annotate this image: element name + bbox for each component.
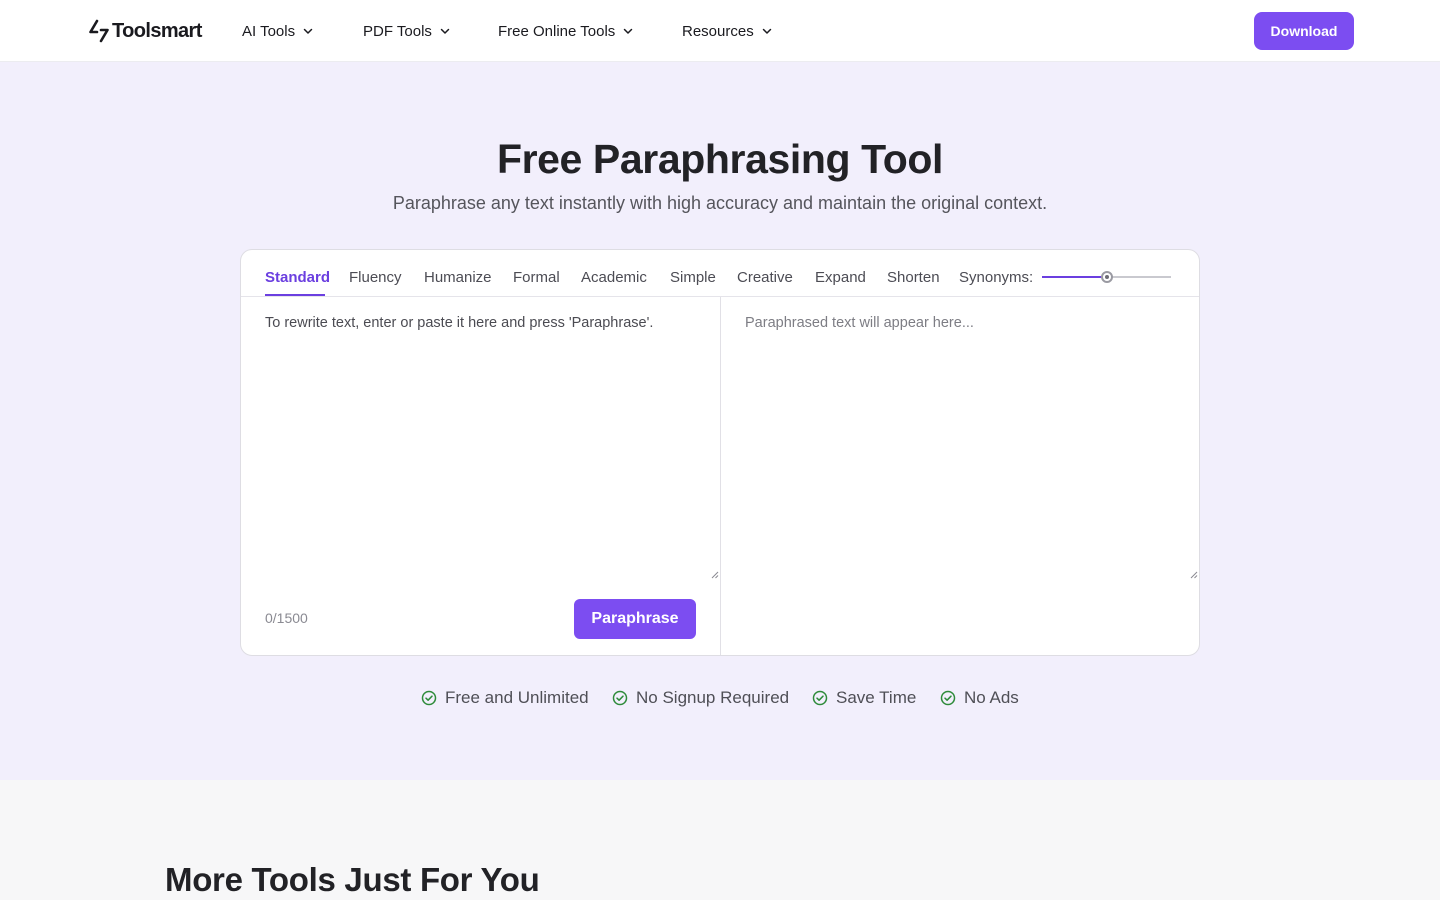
- chevron-down-icon: [303, 28, 313, 34]
- bolt-logo-icon: [89, 19, 109, 43]
- character-counter: 0/1500: [265, 610, 308, 626]
- feature-label: Save Time: [836, 688, 917, 707]
- check-circle-icon: [940, 690, 956, 706]
- more-tools-section: More Tools Just For You: [0, 780, 1440, 900]
- feature-label: No Ads: [964, 688, 1019, 707]
- output-text-area[interactable]: Paraphrased text will appear here...: [721, 297, 1199, 580]
- brand-logo[interactable]: Toolsmart: [88, 19, 202, 43]
- tab-academic[interactable]: Academic: [581, 269, 647, 286]
- feature-list: Free and Unlimited No Signup Required Sa…: [0, 688, 1440, 710]
- check-circle-icon: [812, 690, 828, 706]
- download-button[interactable]: Download: [1254, 12, 1354, 50]
- chevron-down-icon: [762, 28, 771, 34]
- nav-resources[interactable]: Resources: [682, 20, 772, 42]
- nav-ai-tools-label: AI Tools: [242, 22, 296, 40]
- tab-standard[interactable]: Standard: [265, 269, 330, 286]
- feature-item: No Signup Required: [612, 688, 789, 708]
- nav-resources-label: Resources: [682, 22, 754, 40]
- nav-free-online-tools-label: Free Online Tools: [498, 22, 616, 40]
- brand-name: Toolsmart: [112, 19, 202, 42]
- tab-shorten[interactable]: Shorten: [887, 269, 940, 286]
- feature-item: Save Time: [812, 688, 916, 708]
- feature-item: Free and Unlimited: [421, 688, 589, 708]
- check-circle-icon: [612, 690, 628, 706]
- page-subtitle: Paraphrase any text instantly with high …: [392, 193, 1048, 213]
- slider-thumb[interactable]: [1101, 271, 1113, 283]
- nav-pdf-tools[interactable]: PDF Tools: [363, 20, 450, 42]
- tab-expand[interactable]: Expand: [815, 269, 866, 286]
- tab-simple[interactable]: Simple: [670, 269, 716, 286]
- input-text-area[interactable]: [241, 297, 720, 580]
- feature-label: Free and Unlimited: [445, 688, 589, 707]
- chevron-down-icon: [440, 28, 450, 34]
- output-placeholder: Paraphrased text will appear here...: [745, 315, 974, 331]
- page-title: Free Paraphrasing Tool: [496, 136, 944, 182]
- check-circle-icon: [421, 690, 437, 706]
- mode-tabs: Standard Fluency Humanize Formal Academi…: [241, 250, 1199, 297]
- tab-creative[interactable]: Creative: [737, 269, 793, 286]
- nav-pdf-tools-label: PDF Tools: [363, 22, 432, 40]
- hero-section: Free Paraphrasing Tool Paraphrase any te…: [0, 62, 1440, 780]
- more-tools-title: More Tools Just For You: [165, 861, 540, 898]
- tab-fluency[interactable]: Fluency: [349, 269, 402, 286]
- active-tab-indicator: [265, 294, 325, 296]
- tab-formal[interactable]: Formal: [513, 269, 560, 286]
- nav-free-online-tools[interactable]: Free Online Tools: [498, 20, 633, 42]
- synonyms-slider[interactable]: [1042, 270, 1172, 284]
- paraphrase-tool-card: Standard Fluency Humanize Formal Academi…: [240, 249, 1200, 656]
- synonyms-label: Synonyms:: [959, 269, 1034, 286]
- slider-fill: [1042, 276, 1107, 278]
- feature-label: No Signup Required: [636, 688, 790, 707]
- resize-grip-icon[interactable]: [1190, 571, 1198, 579]
- nav-ai-tools[interactable]: AI Tools: [242, 20, 313, 42]
- feature-item: No Ads: [940, 688, 1019, 708]
- chevron-down-icon: [624, 28, 633, 34]
- top-navbar: Toolsmart AI Tools PDF Tools Free Online…: [0, 0, 1440, 62]
- paraphrase-button[interactable]: Paraphrase: [574, 599, 696, 639]
- resize-grip-icon[interactable]: [711, 571, 719, 579]
- tab-humanize[interactable]: Humanize: [424, 269, 492, 286]
